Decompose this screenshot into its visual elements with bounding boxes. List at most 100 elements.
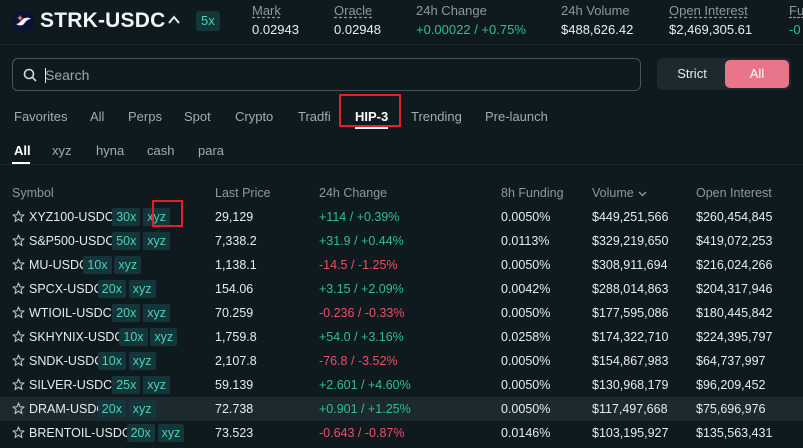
table-row[interactable]: BRENTOIL-USDC 20x xyz 73.523 -0.643 / -0.87%… (0, 421, 803, 445)
star-icon[interactable] (12, 378, 25, 391)
star-icon[interactable] (12, 258, 25, 271)
change-cell: -76.8 / -3.52% (319, 354, 398, 368)
active-tab-underline (355, 127, 388, 129)
table-header: Symbol Last Price 24h Change 8h Funding … (0, 184, 803, 202)
open-interest-cell: $260,454,845 (696, 210, 773, 224)
symbol-cell: S&P500-USDC (29, 234, 115, 248)
stat-value: +0.00022 / +0.75% (416, 22, 526, 37)
stat-label: Fu (789, 3, 803, 18)
tab-crypto[interactable]: Crypto (235, 109, 273, 124)
dex-badge: xyz (128, 280, 156, 298)
volume-cell: $130,968,179 (592, 378, 669, 392)
star-icon[interactable] (12, 330, 25, 343)
volume-cell: $329,219,650 (592, 234, 669, 248)
pair-title[interactable]: STRK-USDC (40, 9, 165, 33)
open-interest-cell: $216,024,266 (696, 258, 773, 272)
chevron-up-icon[interactable] (166, 12, 182, 28)
tab-trending[interactable]: Trending (411, 109, 462, 124)
stat-mark: Mark 0.02943 (252, 3, 299, 37)
last-price-cell: 29,129 (215, 210, 254, 224)
open-interest-cell: $135,563,431 (696, 426, 773, 440)
stat-value: $2,469,305.61 (669, 22, 753, 37)
open-interest-cell: $419,072,253 (696, 234, 773, 248)
subtab-all[interactable]: All (14, 143, 31, 158)
stat-label: Oracle (334, 3, 373, 18)
column-header-symbol[interactable]: Symbol (12, 186, 54, 200)
column-header-8h-funding[interactable]: 8h Funding (501, 186, 564, 200)
highlight-box-xyz-badge (152, 200, 183, 227)
star-icon[interactable] (12, 306, 25, 319)
star-icon[interactable] (12, 426, 25, 439)
stat-24h-change: 24h Change +0.00022 / +0.75% (416, 3, 526, 37)
volume-cell: $308,911,694 (592, 258, 668, 272)
leverage-badge: 10x (97, 352, 126, 370)
funding-cell: 0.0050% (501, 306, 551, 320)
dex-badge: xyz (143, 376, 170, 394)
subtab-hyna[interactable]: hyna (96, 143, 124, 158)
symbol-cell: BRENTOIL-USDC (29, 426, 131, 440)
star-icon[interactable] (12, 210, 25, 223)
table-row[interactable]: WTIOIL-USDC 20x xyz 70.259 -0.236 / -0.33% 0.… (0, 301, 803, 325)
search-box[interactable] (12, 58, 641, 91)
stat-value: 0.02943 (252, 22, 299, 37)
all-toggle-button[interactable]: All (725, 60, 789, 88)
dex-badge: xyz (143, 232, 170, 250)
tab-all[interactable]: All (90, 109, 104, 124)
symbol-cell: XYZ100-USDC (29, 210, 114, 224)
table-row[interactable]: SPCX-USDC 20x xyz 154.06 +3.15 / +2.09% 0.004… (0, 277, 803, 301)
symbol-cell: MU-USDC (29, 258, 89, 272)
change-cell: -0.643 / -0.87% (319, 426, 405, 440)
change-cell: -0.236 / -0.33% (319, 306, 405, 320)
category-tabs: Favorites All Perps Spot Crypto Tradfi H… (0, 103, 803, 131)
strict-toggle-button[interactable]: Strict (657, 58, 727, 90)
column-header-volume[interactable]: Volume (592, 186, 647, 200)
search-input[interactable] (45, 60, 635, 89)
funding-cell: 0.0050% (501, 258, 551, 272)
tab-spot[interactable]: Spot (184, 109, 211, 124)
table-row[interactable]: XYZ100-USDC 30x xyz 29,129 +114 / +0.39% 0.00… (0, 205, 803, 229)
last-price-cell: 70.259 (215, 306, 254, 320)
tab-perps[interactable]: Perps (128, 109, 162, 124)
stat-24h-volume: 24h Volume $488,626.42 (561, 3, 633, 37)
tab-favorites[interactable]: Favorites (14, 109, 67, 124)
market-selector-panel: Strict All Favorites All Perps Spot Cryp… (0, 44, 803, 448)
leverage-badge: 10x (119, 328, 148, 346)
column-header-24h-change[interactable]: 24h Change (319, 186, 387, 200)
subtab-xyz[interactable]: xyz (52, 143, 72, 158)
column-header-last-price[interactable]: Last Price (215, 186, 271, 200)
table-row[interactable]: SKHYNIX-USDC 10x xyz 1,759.8 +54.0 / +3.16% 0… (0, 325, 803, 349)
highlight-box-hip3-tab (339, 94, 401, 127)
active-subtab-underline (12, 162, 30, 164)
star-icon[interactable] (12, 402, 25, 415)
star-icon[interactable] (12, 354, 25, 367)
leverage-badge: 20x (126, 424, 155, 442)
dex-badge: xyz (157, 424, 185, 442)
change-cell: +114 / +0.39% (319, 210, 400, 224)
star-icon[interactable] (12, 282, 25, 295)
stat-label: Mark (252, 3, 281, 18)
dex-badge: xyz (143, 304, 170, 322)
star-icon[interactable] (12, 234, 25, 247)
tab-pre-launch[interactable]: Pre-launch (485, 109, 548, 124)
table-row[interactable]: SILVER-USDC 25x xyz 59.139 +2.601 / +4.60% 0.… (0, 373, 803, 397)
stat-oracle: Oracle 0.02948 (334, 3, 381, 37)
tab-tradfi[interactable]: Tradfi (298, 109, 331, 124)
subtab-cash[interactable]: cash (147, 143, 174, 158)
table-row[interactable]: DRAM-USDC 20x xyz 72.738 +0.901 / +1.25% 0.00… (0, 397, 803, 421)
dex-badge: xyz (128, 352, 156, 370)
sort-descending-icon (638, 191, 647, 197)
open-interest-cell: $96,209,452 (696, 378, 766, 392)
match-mode-toggle[interactable]: Strict All (657, 58, 791, 90)
last-price-cell: 72.738 (215, 402, 254, 416)
market-header: STRK-USDC 5x Mark 0.02943 Oracle 0.02948… (0, 0, 803, 44)
symbol-cell: SILVER-USDC (29, 378, 113, 392)
table-row[interactable]: MU-USDC 10x xyz 1,138.1 -14.5 / -1.25% 0.0050… (0, 253, 803, 277)
stat-funding: Fu -0 (789, 3, 803, 37)
leverage-badge: 30x (112, 208, 141, 226)
subtab-para[interactable]: para (198, 143, 224, 158)
volume-cell: $177,595,086 (592, 306, 669, 320)
column-header-open-interest[interactable]: Open Interest (696, 186, 772, 200)
table-row[interactable]: S&P500-USDC 50x xyz 7,338.2 +31.9 / +0.44% 0.… (0, 229, 803, 253)
open-interest-cell: $224,395,797 (696, 330, 773, 344)
table-row[interactable]: SNDK-USDC 10x xyz 2,107.8 -76.8 / -3.52% 0.00… (0, 349, 803, 373)
